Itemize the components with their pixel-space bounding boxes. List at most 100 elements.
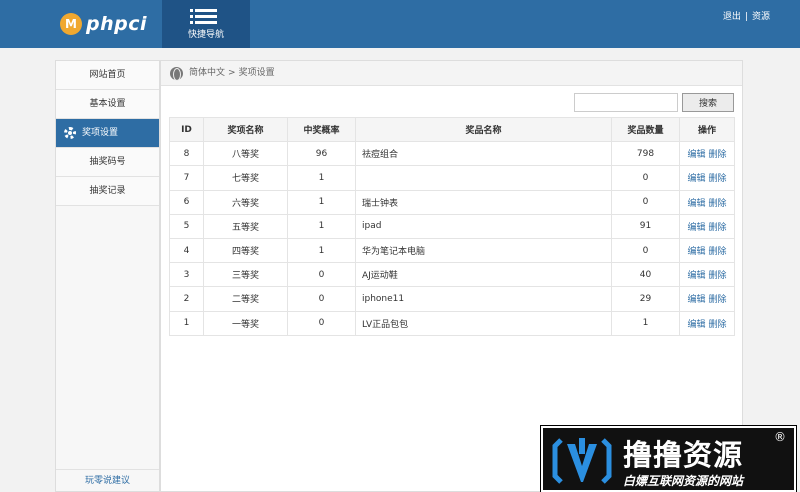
sidebar-item-prize-settings[interactable]: 奖项设置	[56, 119, 159, 148]
sidebar-item-label: 奖项设置	[82, 128, 119, 138]
search-input[interactable]	[574, 93, 678, 112]
cell-probability: 0	[287, 310, 356, 336]
registered-mark: ®	[774, 430, 786, 444]
edit-link[interactable]: 编辑	[687, 174, 705, 184]
cell-goods: 瑞士钟表	[355, 189, 612, 215]
table-row: 4 四等奖 1 华为笔记本电脑 0 编辑 删除	[169, 237, 735, 264]
cell-actions: 编辑 删除	[679, 286, 735, 312]
table-row: 8 八等奖 96 祛痘组合 798 编辑 删除	[169, 141, 735, 167]
home-link[interactable]: 资源	[752, 12, 770, 22]
delete-link[interactable]: 删除	[709, 247, 727, 257]
col-header-probability: 中奖概率	[287, 116, 356, 143]
list-icon	[190, 9, 217, 24]
sidebar-item-lottery-records[interactable]: 抽奖记录	[56, 177, 159, 206]
cell-goods: AJ运动鞋	[355, 262, 612, 288]
cell-actions: 编辑 删除	[679, 237, 735, 264]
sidebar-item-label: 网站首页	[89, 70, 126, 80]
cell-probability: 0	[287, 286, 356, 312]
col-header-quantity: 奖品数量	[611, 116, 680, 143]
cell-probability: 96	[287, 141, 356, 167]
cell-id: 6	[169, 189, 204, 215]
cell-actions: 编辑 删除	[679, 262, 735, 288]
breadcrumb-root[interactable]: 简体中文	[189, 68, 225, 78]
cell-probability: 1	[287, 237, 356, 264]
cell-prize-level: 六等奖	[203, 189, 288, 215]
edit-link[interactable]: 编辑	[687, 150, 705, 160]
cell-quantity: 798	[611, 141, 680, 167]
cell-quantity: 29	[611, 286, 680, 312]
cell-probability: 0	[287, 262, 356, 288]
sidebar-item-home[interactable]: 网站首页	[56, 61, 159, 90]
delete-link[interactable]: 删除	[709, 150, 727, 160]
prize-table: ID 奖项名称 中奖概率 奖品名称 奖品数量 操作 8 八等奖 96 祛痘组合 …	[169, 116, 735, 336]
col-header-goods: 奖品名称	[355, 116, 612, 143]
cell-goods: 祛痘组合	[355, 141, 612, 167]
sidebar-item-label: 抽奖记录	[89, 186, 126, 196]
col-header-prize-level: 奖项名称	[203, 116, 288, 143]
cell-goods: LV正品包包	[355, 310, 612, 336]
cell-goods: 华为笔记本电脑	[355, 237, 612, 264]
cell-prize-level: 八等奖	[203, 141, 288, 167]
cell-actions: 编辑 删除	[679, 213, 735, 239]
quick-nav-label: 快捷导航	[187, 30, 224, 40]
table-row: 7 七等奖 1 0 编辑 删除	[169, 165, 735, 191]
cell-probability: 1	[287, 189, 356, 215]
delete-link[interactable]: 删除	[709, 271, 727, 281]
table-row: 3 三等奖 0 AJ运动鞋 40 编辑 删除	[169, 262, 735, 288]
delete-link[interactable]: 删除	[709, 320, 727, 330]
table-row: 2 二等奖 0 iphone11 29 编辑 删除	[169, 286, 735, 312]
cell-quantity: 0	[611, 165, 680, 191]
delete-link[interactable]: 删除	[709, 223, 727, 233]
sidebar-item-label: 抽奖码号	[89, 157, 126, 167]
cell-id: 4	[169, 237, 204, 264]
cell-quantity: 0	[611, 189, 680, 215]
cell-actions: 编辑 删除	[679, 165, 735, 191]
edit-link[interactable]: 编辑	[687, 320, 705, 330]
cell-goods: ipad	[355, 213, 612, 239]
edit-link[interactable]: 编辑	[687, 247, 705, 257]
cell-quantity: 0	[611, 237, 680, 264]
watermark-banner: 撸撸资源 ® 白嫖互联网资源的网站	[540, 425, 797, 492]
quick-nav-button[interactable]: 快捷导航	[162, 0, 250, 48]
cell-prize-level: 三等奖	[203, 262, 288, 288]
sidebar-item-label: 基本设置	[89, 99, 126, 109]
search-button[interactable]: 搜索	[682, 93, 734, 112]
cell-prize-level: 一等奖	[203, 310, 288, 336]
watermark-title: 撸撸资源	[623, 438, 744, 472]
logout-link[interactable]: 退出	[723, 12, 741, 22]
sidebar-item-lottery-codes[interactable]: 抽奖码号	[56, 148, 159, 177]
sidebar: 网站首页 基本设置 奖项设置 抽奖码号 抽奖记录 玩零说建议	[55, 60, 160, 492]
watermark-logo-icon	[552, 438, 612, 484]
gear-icon	[64, 127, 76, 139]
cell-goods: iphone11	[355, 286, 612, 312]
cell-quantity: 91	[611, 213, 680, 239]
cell-id: 7	[169, 165, 204, 191]
delete-link[interactable]: 删除	[709, 199, 727, 209]
cell-id: 1	[169, 310, 204, 336]
delete-link[interactable]: 删除	[709, 295, 727, 305]
top-links: 退出 | 资源	[723, 9, 770, 22]
table-row: 6 六等奖 1 瑞士钟表 0 编辑 删除	[169, 189, 735, 215]
edit-link[interactable]: 编辑	[687, 295, 705, 305]
feedback-link[interactable]: 玩零说建议	[56, 469, 159, 491]
table-row: 5 五等奖 1 ipad 91 编辑 删除	[169, 213, 735, 239]
edit-link[interactable]: 编辑	[687, 199, 705, 209]
delete-link[interactable]: 删除	[709, 174, 727, 184]
logo[interactable]: M phpci	[60, 13, 147, 35]
sidebar-item-basic-settings[interactable]: 基本设置	[56, 90, 159, 119]
search-row: 搜索	[574, 93, 734, 112]
col-header-id: ID	[169, 116, 204, 143]
watermark-subtitle: 白嫖互联网资源的网站	[623, 474, 744, 488]
table-row: 1 一等奖 0 LV正品包包 1 编辑 删除	[169, 310, 735, 336]
cell-probability: 1	[287, 165, 356, 191]
edit-link[interactable]: 编辑	[687, 223, 705, 233]
breadcrumb-separator: >	[228, 68, 236, 78]
cell-id: 8	[169, 141, 204, 167]
cell-goods	[355, 165, 612, 191]
edit-link[interactable]: 编辑	[687, 271, 705, 281]
cell-actions: 编辑 删除	[679, 310, 735, 336]
cell-quantity: 40	[611, 262, 680, 288]
top-links-separator: |	[744, 12, 748, 22]
logo-badge-icon: M	[60, 13, 82, 35]
cell-quantity: 1	[611, 310, 680, 336]
